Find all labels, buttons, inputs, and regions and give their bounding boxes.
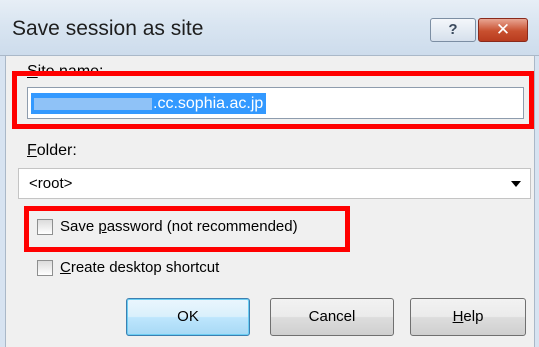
save-session-dialog: Save session as site ? ✕ Site name: .cc.… — [0, 0, 539, 347]
folder-label: Folder: — [27, 142, 77, 159]
site-name-highlight-box — [12, 71, 534, 129]
desktop-shortcut-checkbox-row[interactable]: Create desktop shortcut — [37, 259, 297, 279]
dialog-title: Save session as site — [12, 17, 204, 40]
help-title-button[interactable]: ? — [430, 18, 476, 42]
folder-selected-value: <root> — [29, 175, 73, 192]
cancel-button[interactable]: Cancel — [270, 298, 394, 336]
ok-button[interactable]: OK — [126, 298, 250, 336]
chevron-down-icon — [511, 181, 521, 187]
window-left-border — [0, 56, 6, 347]
close-button[interactable]: ✕ — [478, 18, 528, 42]
close-icon: ✕ — [495, 20, 511, 39]
title-bar: Save session as site ? ✕ — [0, 0, 539, 56]
folder-select[interactable]: <root> — [18, 168, 531, 199]
help-button[interactable]: Help — [410, 298, 526, 336]
desktop-shortcut-label: Create desktop shortcut — [60, 259, 220, 276]
question-mark-icon: ? — [448, 21, 458, 38]
window-right-border — [534, 56, 539, 347]
save-password-highlight-box — [24, 206, 350, 252]
desktop-shortcut-checkbox[interactable] — [37, 260, 53, 276]
